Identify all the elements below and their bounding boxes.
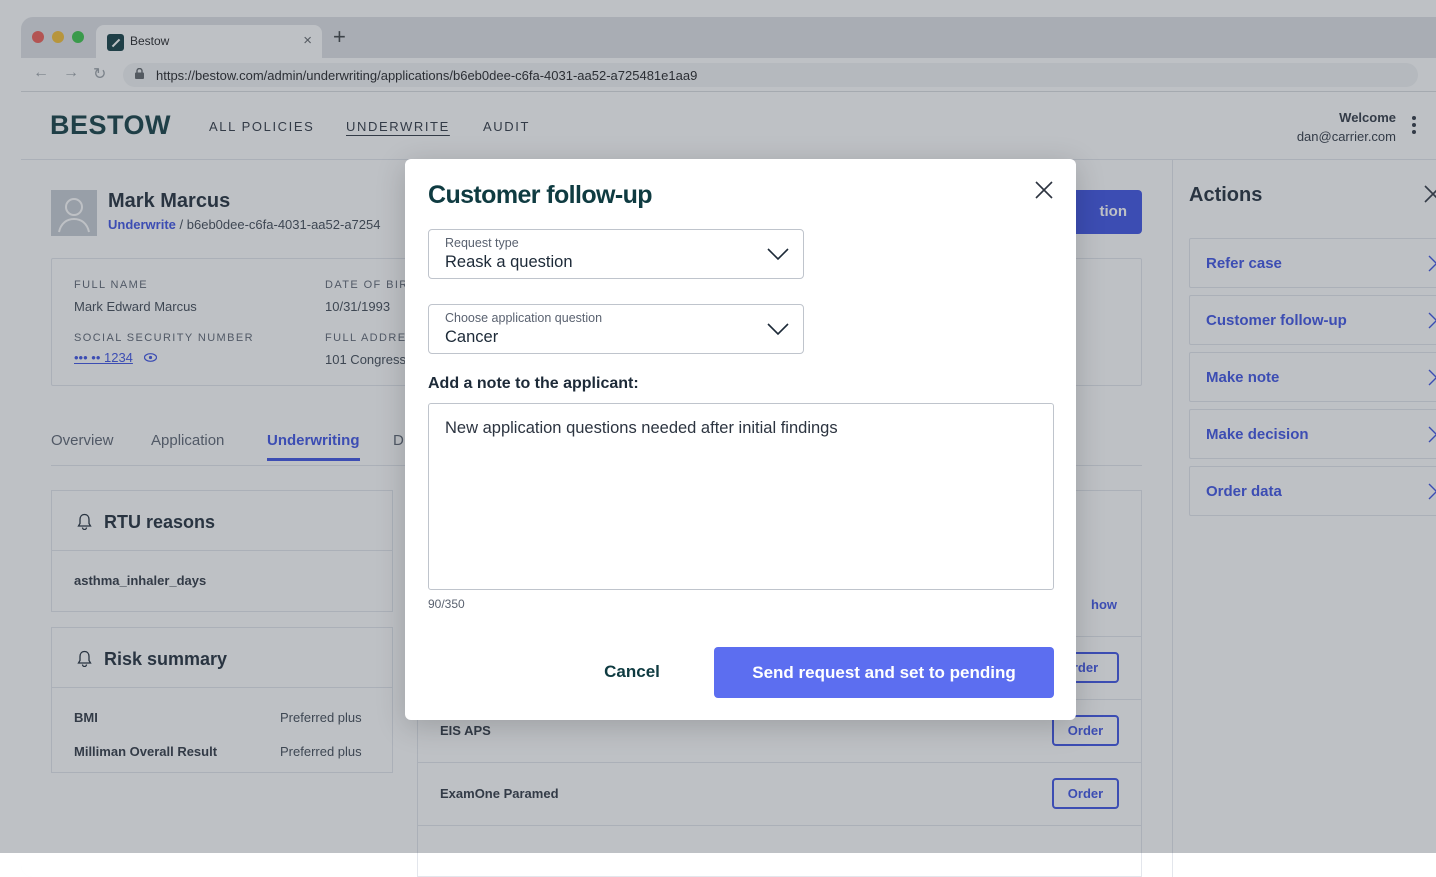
close-icon[interactable] bbox=[1032, 178, 1056, 202]
application-question-label: Choose application question bbox=[445, 311, 602, 325]
send-request-button[interactable]: Send request and set to pending bbox=[714, 647, 1054, 698]
cancel-button[interactable]: Cancel bbox=[573, 646, 691, 697]
request-type-value: Reask a question bbox=[445, 253, 573, 272]
application-question-value: Cancer bbox=[445, 328, 498, 347]
character-counter: 90/350 bbox=[428, 597, 465, 611]
chevron-down-icon bbox=[767, 323, 789, 336]
modal-title: Customer follow-up bbox=[428, 181, 652, 210]
application-question-select[interactable]: Choose application question Cancer bbox=[428, 304, 804, 354]
chevron-down-icon bbox=[767, 248, 789, 261]
request-type-label: Request type bbox=[445, 236, 519, 250]
note-label: Add a note to the applicant: bbox=[428, 375, 639, 393]
note-textarea[interactable]: New application questions needed after i… bbox=[428, 403, 1054, 590]
request-type-select[interactable]: Request type Reask a question bbox=[428, 229, 804, 279]
customer-follow-up-modal: Customer follow-up Request type Reask a … bbox=[405, 159, 1076, 720]
